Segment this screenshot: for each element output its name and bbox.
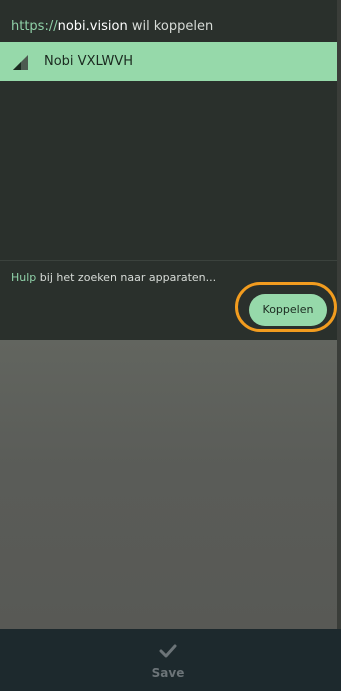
device-list-empty-area [0, 81, 337, 260]
pair-button[interactable]: Koppelen [249, 294, 327, 326]
help-text-rest: bij het zoeken naar apparaten... [36, 271, 217, 284]
dialog-header: https://nobi.vision wil koppelen [11, 17, 213, 37]
page: https://nobi.vision wil koppelen Nobi VX… [0, 0, 341, 691]
origin-scheme: https:// [11, 19, 58, 34]
device-list-item[interactable]: Nobi VXLWVH [0, 42, 337, 81]
divider [0, 260, 337, 261]
help-link[interactable]: Hulp [11, 271, 36, 284]
help-text: Hulp bij het zoeken naar apparaten... [11, 269, 216, 287]
header-suffix: wil koppelen [127, 19, 214, 34]
signal-strength-icon [12, 54, 29, 71]
bluetooth-pairing-dialog: https://nobi.vision wil koppelen Nobi VX… [0, 0, 337, 340]
device-name: Nobi VXLWVH [44, 54, 134, 69]
screen-edge [337, 0, 341, 691]
save-button[interactable]: Save [150, 664, 186, 682]
checkmark-icon[interactable] [159, 643, 177, 659]
dimmed-backdrop [0, 340, 337, 629]
origin-host: nobi.vision [57, 19, 128, 34]
